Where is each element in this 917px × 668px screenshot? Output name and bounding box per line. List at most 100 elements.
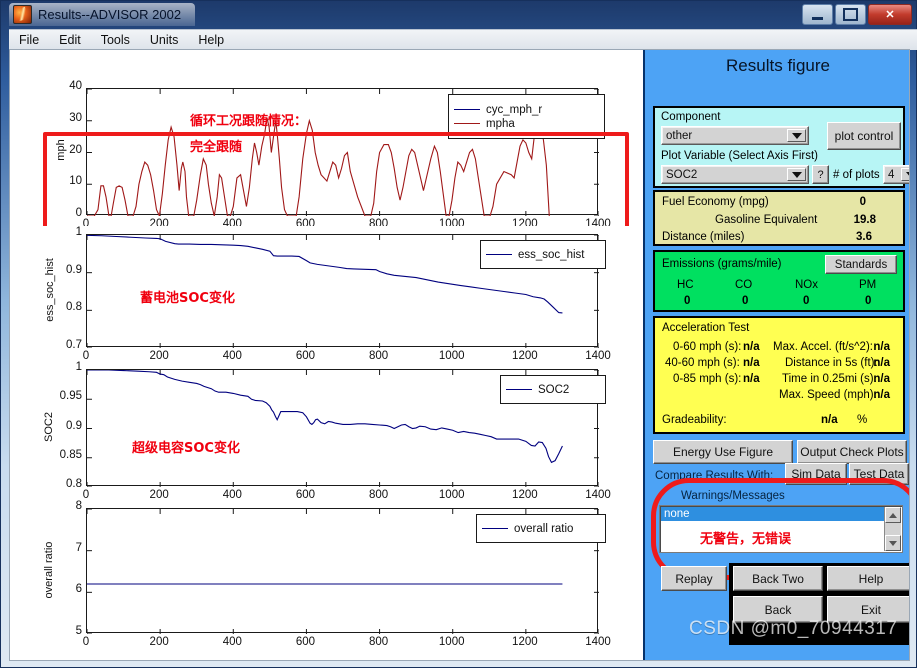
component-select-value: other bbox=[666, 129, 693, 142]
y-tick-label: 1 bbox=[75, 226, 82, 238]
energy-use-figure-button[interactable]: Energy Use Figure bbox=[653, 440, 793, 464]
component-group: Component other plot control Plot Variab… bbox=[653, 106, 909, 188]
legend-line-mpha bbox=[454, 123, 480, 124]
legend-line-cyc-mph-r bbox=[454, 109, 480, 110]
y-tick-label: 8 bbox=[75, 500, 82, 512]
annotation-full-follow: 完全跟随 bbox=[190, 140, 243, 155]
y-tick-label: 7 bbox=[75, 541, 82, 554]
menu-units[interactable]: Units bbox=[150, 33, 178, 47]
menu-file[interactable]: File bbox=[19, 33, 39, 47]
legend-line-ess-soc-hist bbox=[486, 254, 512, 255]
plot-overall-ratio: overall ratio 5678 0 200 400 600 800 1000 1200… bbox=[10, 500, 642, 652]
plot-soc2-legend: SOC2 bbox=[500, 375, 606, 404]
back-two-button[interactable]: Back Two bbox=[733, 566, 823, 591]
legend-line-overall-ratio bbox=[482, 528, 508, 529]
y-tick-label: 0.8 bbox=[66, 301, 82, 314]
menu-bar: File Edit Tools Units Help bbox=[9, 29, 917, 50]
legend-label-overall-ratio: overall ratio bbox=[514, 522, 574, 535]
accel-0-60-label: 0-60 mph (s): bbox=[673, 341, 742, 353]
emissions-col-hc: HC bbox=[677, 279, 694, 291]
num-plots-select[interactable]: 4 bbox=[883, 165, 909, 184]
time-quarter-mile-value: n/a bbox=[873, 373, 890, 385]
emissions-val-co: 0 bbox=[742, 295, 749, 307]
scroll-up-icon[interactable] bbox=[885, 507, 901, 523]
emissions-col-co: CO bbox=[735, 279, 753, 291]
gradeability-value: n/a bbox=[821, 414, 838, 426]
gradeability-unit: % bbox=[857, 414, 868, 426]
legend-entry-mpha: mpha bbox=[454, 118, 597, 130]
menu-edit[interactable]: Edit bbox=[59, 33, 81, 47]
gasoline-equivalent-value: 19.8 bbox=[853, 214, 876, 226]
y-tick-label: 0.85 bbox=[59, 448, 82, 461]
y-tick-label: 40 bbox=[69, 80, 82, 92]
max-accel-label: Max. Accel. (ft/s^2): bbox=[773, 341, 873, 353]
menu-tools[interactable]: Tools bbox=[101, 33, 130, 47]
emissions-col-nox: NOx bbox=[795, 279, 818, 291]
distance-label: Distance (miles) bbox=[662, 231, 745, 243]
chevron-down-icon bbox=[901, 168, 909, 181]
standards-button[interactable]: Standards bbox=[825, 255, 897, 274]
x-tick-label: 1400 bbox=[585, 636, 611, 648]
x-tick-label: 0 bbox=[82, 636, 90, 648]
help-button[interactable]: Help bbox=[827, 566, 909, 591]
legend-label-ess-soc-hist: ess_soc_hist bbox=[518, 248, 585, 261]
warnings-scrollbar[interactable] bbox=[884, 507, 901, 551]
x-tick-label: 600 bbox=[295, 636, 316, 648]
menu-help[interactable]: Help bbox=[198, 33, 224, 47]
distance-value: 3.6 bbox=[856, 231, 872, 243]
warnings-listbox[interactable]: none 无警告，无错误 bbox=[659, 505, 903, 553]
sim-data-button[interactable]: Sim Data bbox=[785, 463, 847, 485]
output-check-plots-button[interactable]: Output Check Plots bbox=[797, 440, 907, 464]
y-tick-label: 0.95 bbox=[59, 390, 82, 403]
plots-column: mph 0 10 20 30 40 0 200 400 600 800 1000 1200 1400 … bbox=[10, 50, 642, 660]
accel-0-85-value: n/a bbox=[743, 373, 760, 385]
watermark: CSDN @m0_70944317 bbox=[689, 618, 898, 639]
x-tick-label: 1000 bbox=[438, 636, 465, 648]
test-data-button[interactable]: Test Data bbox=[849, 463, 909, 485]
x-tick-label: 800 bbox=[368, 636, 389, 648]
annotation-no-warnings: 无警告，无错误 bbox=[700, 532, 792, 547]
gradeability-label: Gradeability: bbox=[662, 414, 727, 426]
x-tick-label: 200 bbox=[149, 636, 169, 648]
panel-title: Results figure bbox=[726, 56, 830, 75]
warnings-selected-item[interactable]: none bbox=[661, 507, 884, 521]
replay-button[interactable]: Replay bbox=[661, 566, 727, 591]
plot-control-button[interactable]: plot control bbox=[827, 122, 901, 150]
distance-5s-label: Distance in 5s (ft): bbox=[785, 357, 878, 369]
legend-label-cyc-mph-r: cyc_mph_r bbox=[486, 103, 543, 116]
fuel-economy-group: Fuel Economy (mpg) 0 Gasoline Equivalent… bbox=[653, 190, 905, 246]
minimize-button[interactable] bbox=[802, 4, 833, 25]
plot-variable-select[interactable]: SOC2 bbox=[661, 165, 809, 184]
distance-5s-value: n/a bbox=[873, 357, 890, 369]
chevron-down-icon bbox=[787, 168, 806, 181]
plot-mph-legend: cyc_mph_r mpha bbox=[448, 94, 605, 139]
acceleration-title: Acceleration Test bbox=[662, 322, 750, 334]
maximize-button[interactable] bbox=[835, 4, 866, 25]
annotation-battery-soc: 蓄电池SOC变化 bbox=[140, 291, 235, 306]
plot-ess-soc-hist-legend: ess_soc_hist bbox=[480, 240, 606, 269]
max-speed-value: n/a bbox=[873, 389, 890, 401]
accel-0-85-label: 0-85 mph (s): bbox=[673, 373, 742, 385]
plot-overall-ratio-legend: overall ratio bbox=[476, 514, 606, 543]
client-area: mph 0 10 20 30 40 0 200 400 600 800 1000 1200 1400 … bbox=[9, 49, 910, 661]
compare-results-label: Compare Results With: bbox=[655, 470, 774, 482]
component-select[interactable]: other bbox=[661, 126, 809, 145]
plot-ess-soc-hist-ylabel: ess_soc_hist bbox=[44, 258, 56, 322]
plot-soc2: SOC2 0.8 0.85 0.9 0.95 1 0 200 400 600 800 1000 12… bbox=[10, 361, 642, 501]
plot-variable-help-button[interactable]: ? bbox=[812, 165, 829, 184]
max-accel-value: n/a bbox=[873, 341, 890, 353]
scroll-down-icon[interactable] bbox=[885, 535, 901, 551]
close-button[interactable]: ✕ bbox=[868, 4, 912, 25]
max-speed-label: Max. Speed (mph): bbox=[779, 389, 877, 401]
y-tick-label: 0.9 bbox=[66, 263, 82, 276]
emissions-title: Emissions (grams/mile) bbox=[662, 258, 782, 270]
results-panel: Results figure Component other plot cont… bbox=[643, 50, 909, 660]
matlab-icon bbox=[13, 5, 32, 24]
legend-label-soc2: SOC2 bbox=[538, 383, 570, 396]
plot-variable-label: Plot Variable (Select Axis First) bbox=[661, 150, 819, 162]
legend-line-soc2 bbox=[506, 389, 532, 390]
emissions-val-nox: 0 bbox=[803, 295, 810, 307]
plot-ess-soc-hist: ess_soc_hist 0.7 0.8 0.9 1 0 200 400 600 800 100… bbox=[10, 226, 642, 362]
acceleration-group: Acceleration Test 0-60 mph (s): n/a 40-6… bbox=[653, 316, 905, 434]
legend-entry-ess-soc-hist: ess_soc_hist bbox=[486, 249, 598, 261]
